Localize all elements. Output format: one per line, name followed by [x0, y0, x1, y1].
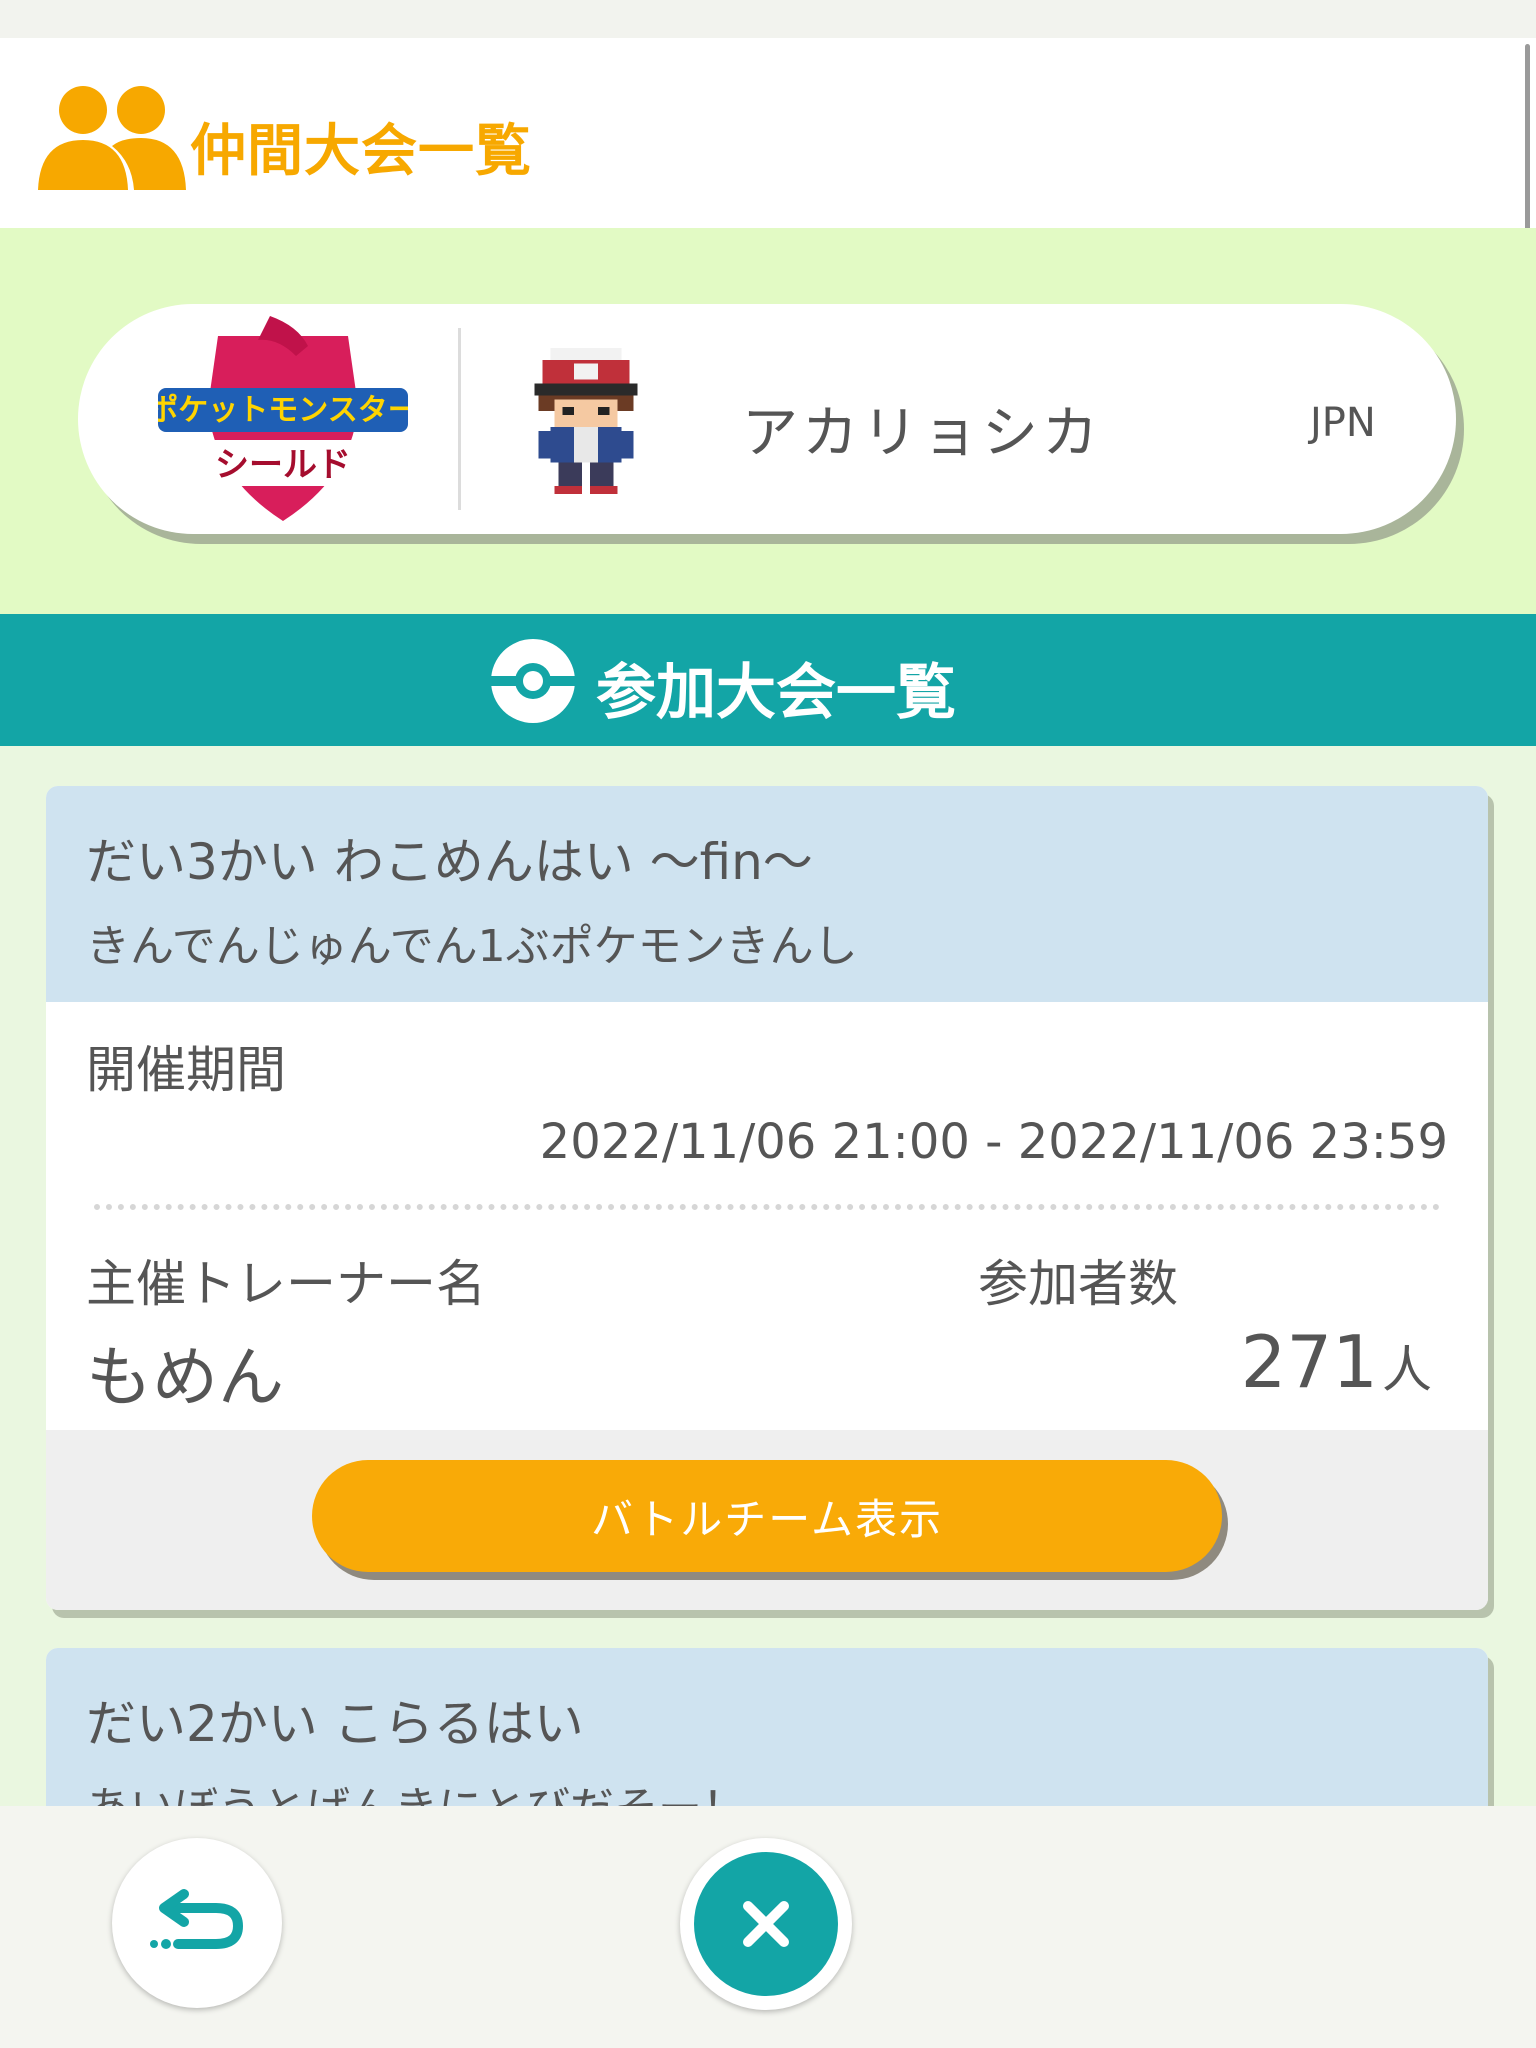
competition-rule: きんでんじゅんでん1ぶポケモンきんし [86, 921, 858, 972]
pokeball-icon [490, 639, 576, 723]
page-title: 仲間大会一覧 [190, 119, 532, 184]
organizer-name: もめん [86, 1339, 284, 1416]
close-button[interactable] [680, 1838, 852, 2010]
competition-title: だい2かい こらるはい [86, 1695, 584, 1753]
organizer-label: 主催トレーナー名 [86, 1255, 486, 1313]
trainer-avatar [534, 347, 638, 494]
period-label: 開催期間 [86, 1041, 286, 1099]
bottom-nav [0, 1806, 1536, 2048]
section-header: 参加大会一覧 [0, 614, 1536, 746]
logo-text-line2: シールド [215, 445, 351, 485]
trainer-name: アカリョシカ [742, 401, 1102, 466]
close-icon [743, 1901, 789, 1947]
participants-number: 271 [1240, 1320, 1378, 1404]
participants-count: 271人 [1241, 1320, 1432, 1404]
trainer-profile-card: ポケットモンスター シールド アカリョシカ JPN [78, 304, 1456, 534]
section-title: 参加大会一覧 [596, 658, 956, 728]
card-header: だい3かい わこめんはい 〜fin〜 きんでんじゅんでん1ぶポケモンきんし [46, 786, 1488, 1002]
competition-rule: あいぼうとげんきにとびだそー！ [86, 1772, 746, 1806]
pokemon-shield-logo: ポケットモンスター シールド [158, 316, 408, 521]
friends-icon [38, 86, 186, 190]
card-footer: バトルチーム表示 [46, 1430, 1488, 1610]
dotted-divider [94, 1204, 1440, 1210]
profile-area: ポケットモンスター シールド アカリョシカ JPN [0, 228, 1536, 614]
period-value: 2022/11/06 21:00 - 2022/11/06 23:59 [539, 1114, 1448, 1170]
divider [458, 328, 461, 510]
competition-list[interactable]: だい3かい わこめんはい 〜fin〜 きんでんじゅんでん1ぶポケモンきんし 開催… [0, 746, 1536, 1806]
card-body: 開催期間 2022/11/06 21:00 - 2022/11/06 23:59… [46, 1002, 1488, 1430]
participants-label: 参加者数 [978, 1255, 1178, 1313]
back-button[interactable] [112, 1838, 282, 2008]
show-battle-team-button[interactable]: バトルチーム表示 [312, 1460, 1222, 1572]
back-arrow-icon [150, 1889, 244, 1949]
close-button-face [694, 1852, 838, 1996]
region-code: JPN [1310, 400, 1376, 446]
status-strip [0, 0, 1536, 38]
card-header: だい2かい こらるはい あいぼうとげんきにとびだそー！ [46, 1648, 1488, 1806]
competition-title: だい3かい わこめんはい 〜fin〜 [86, 833, 813, 891]
participants-unit: 人 [1382, 1341, 1432, 1399]
logo-text-line1: ポケットモンスター [158, 393, 408, 428]
page-header: 仲間大会一覧 [0, 38, 1536, 228]
competition-card: だい2かい こらるはい あいぼうとげんきにとびだそー！ [46, 1648, 1488, 1806]
competition-card: だい3かい わこめんはい 〜fin〜 きんでんじゅんでん1ぶポケモンきんし 開催… [46, 786, 1488, 1610]
